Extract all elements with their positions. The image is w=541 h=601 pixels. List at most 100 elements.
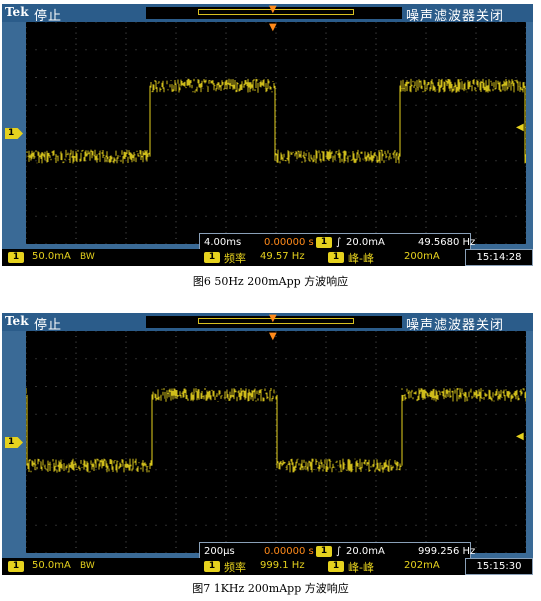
graticule-dot (525, 413, 526, 415)
graticule-dot (425, 430, 427, 432)
graticule-dot (225, 336, 227, 338)
graticule-dot (475, 380, 477, 382)
graticule-dot (445, 160, 447, 162)
graticule-dot (225, 88, 227, 90)
graticule-dot (515, 188, 517, 189)
graticule-dot (115, 441, 117, 443)
graticule-dot (225, 441, 227, 443)
graticule-dot (275, 535, 277, 537)
graticule-dot (105, 104, 107, 106)
graticule-dot (175, 49, 177, 51)
graticule-dot (375, 149, 377, 151)
graticule-dot (26, 341, 27, 343)
graticule-dot (485, 49, 487, 51)
graticule-dot (95, 497, 97, 498)
graticule-dot (485, 160, 487, 162)
graticule-dot (55, 215, 57, 217)
graticule-dot (405, 188, 407, 189)
graticule-dot (155, 413, 157, 415)
graticule-dot (75, 352, 77, 354)
graticule-dot (325, 182, 327, 184)
graticule-dot (125, 352, 127, 354)
graticule-dot (515, 160, 517, 162)
graticule-dot (175, 182, 177, 184)
graticule-dot (26, 352, 27, 354)
graticule-dot (65, 552, 67, 553)
graticule-dot (375, 380, 377, 382)
graticule-dot (225, 126, 227, 128)
graticule-dot (275, 199, 277, 201)
graticule-dot (295, 160, 297, 162)
graticule-dot (325, 88, 327, 90)
graticule-dot (225, 491, 227, 493)
graticule-dot (185, 160, 187, 162)
trigger-level-value: 20.0mA (346, 237, 385, 248)
graticule-dot (425, 513, 427, 515)
graticule-dot (285, 413, 287, 415)
graticule-dot (125, 430, 127, 432)
graticule-dot (355, 358, 357, 360)
graticule-dot (125, 435, 127, 437)
graticule-dot (485, 469, 487, 471)
graticule-dot (215, 188, 217, 189)
graticule-dot (335, 386, 337, 387)
graticule-dot (435, 413, 437, 415)
graticule-dot (515, 469, 517, 471)
graticule-dot (375, 386, 377, 387)
graticule-dot (175, 193, 177, 195)
graticule-dot (225, 154, 227, 156)
graticule-dot (375, 485, 377, 487)
graticule-dot (325, 513, 327, 515)
graticule-dot (145, 188, 147, 189)
graticule-dot (65, 386, 67, 387)
graticule-dot (245, 104, 247, 106)
graticule-dot (55, 188, 57, 189)
graticule-dot (205, 524, 207, 526)
graticule-dot (95, 188, 97, 189)
graticule-dot (55, 386, 57, 387)
graticule-dot (465, 331, 467, 332)
graticule-dot (125, 380, 127, 382)
graticule-dot (65, 524, 67, 526)
graticule-dot (75, 71, 77, 73)
graticule-dot (325, 463, 327, 465)
timebase-value: 4.00ms (204, 237, 242, 248)
graticule-dot (225, 480, 227, 482)
graticule-dot (125, 524, 127, 526)
graticule-dot (425, 60, 427, 62)
graticule-dot (275, 126, 277, 128)
graticule-dot (485, 215, 487, 217)
graticule-dot (275, 226, 277, 228)
graticule-dot (45, 104, 47, 106)
graticule-dot (225, 374, 227, 376)
graticule-dot (165, 331, 167, 332)
graticule-dot (75, 88, 77, 90)
graticule-dot (225, 424, 227, 426)
graticule-dot (26, 430, 27, 432)
graticule-dot (295, 49, 297, 51)
graticule-dot (315, 331, 317, 332)
graticule-dot (415, 22, 417, 23)
graticule-dot (125, 552, 127, 553)
graticule-dot (125, 132, 127, 134)
graticule-dot (75, 121, 77, 123)
graticule-dot (175, 149, 177, 151)
graticule-dot (205, 497, 207, 498)
graticule-dot (295, 132, 297, 134)
meas2-name: 峰-峰 (348, 252, 374, 265)
graticule-dot (475, 221, 477, 223)
graticule-dot (45, 441, 47, 443)
graticule-dot (185, 243, 187, 244)
graticule-dot (175, 541, 177, 543)
graticule-dot (75, 215, 77, 217)
graticule-dot (425, 182, 427, 184)
graticule-dot (325, 508, 327, 510)
graticule-dot (255, 331, 257, 332)
graticule-dot (195, 497, 197, 498)
graticule-dot (195, 160, 197, 162)
graticule-dot (275, 71, 277, 73)
graticule-dot (175, 77, 177, 78)
graticule-dot (525, 104, 526, 106)
graticule-dot (325, 524, 327, 526)
graticule-dot (175, 215, 177, 217)
